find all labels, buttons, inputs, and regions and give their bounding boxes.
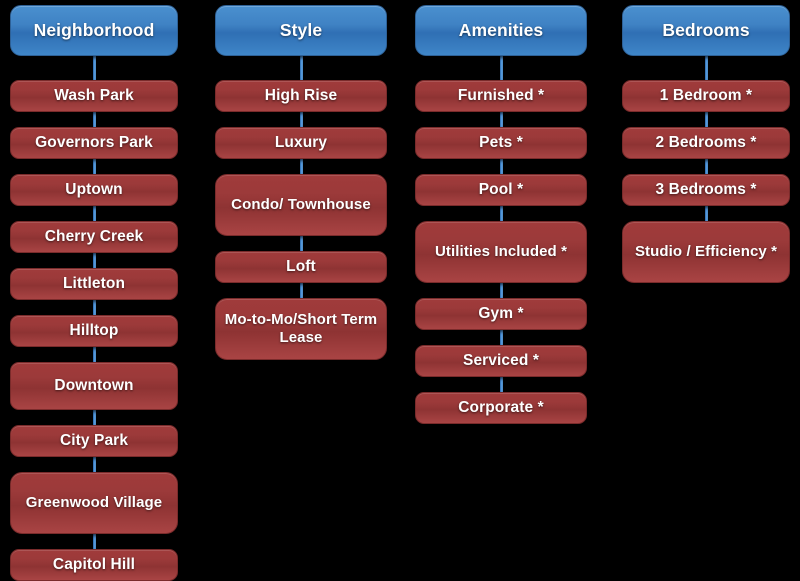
diagram-canvas: Neighborhood Wash Park Governors Park Uptow… [0,0,800,581]
header-node-style[interactable]: Style [215,5,387,56]
column-style: Style High Rise Luxury Condo/ Townhouse Loft… [215,0,387,556]
item-node-neighborhood-9[interactable]: Capitol Hill [10,549,178,581]
item-node-style-1[interactable]: Luxury [215,127,387,159]
item-node-bedrooms-0[interactable]: 1 Bedroom * [622,80,790,112]
item-node-style-0[interactable]: High Rise [215,80,387,112]
item-node-style-4[interactable]: Mo-to-Mo/Short Term Lease [215,298,387,360]
header-node-amenities[interactable]: Amenities [415,5,587,56]
item-node-neighborhood-1[interactable]: Governors Park [10,127,178,159]
item-node-neighborhood-3[interactable]: Cherry Creek [10,221,178,253]
item-node-amenities-1[interactable]: Pets * [415,127,587,159]
item-node-amenities-0[interactable]: Furnished * [415,80,587,112]
item-node-neighborhood-8[interactable]: Greenwood Village [10,472,178,534]
item-node-bedrooms-1[interactable]: 2 Bedrooms * [622,127,790,159]
item-node-neighborhood-4[interactable]: Littleton [10,268,178,300]
item-node-amenities-3[interactable]: Utilities Included * [415,221,587,283]
item-node-amenities-5[interactable]: Serviced * [415,345,587,377]
item-node-style-2[interactable]: Condo/ Townhouse [215,174,387,236]
item-node-neighborhood-6[interactable]: Downtown [10,362,178,410]
item-node-style-3[interactable]: Loft [215,251,387,283]
item-node-neighborhood-2[interactable]: Uptown [10,174,178,206]
column-neighborhood: Neighborhood Wash Park Governors Park Uptow… [10,0,178,581]
item-node-amenities-6[interactable]: Corporate * [415,392,587,424]
column-amenities: Amenities Furnished * Pets * Pool * Utilitie… [415,0,587,556]
item-node-bedrooms-2[interactable]: 3 Bedrooms * [622,174,790,206]
column-bedrooms: Bedrooms 1 Bedroom * 2 Bedrooms * 3 Bedroom… [622,0,790,556]
item-node-neighborhood-0[interactable]: Wash Park [10,80,178,112]
item-node-amenities-2[interactable]: Pool * [415,174,587,206]
item-node-bedrooms-3[interactable]: Studio / Efficiency * [622,221,790,283]
header-node-bedrooms[interactable]: Bedrooms [622,5,790,56]
header-node-neighborhood[interactable]: Neighborhood [10,5,178,56]
item-node-neighborhood-5[interactable]: Hilltop [10,315,178,347]
item-node-amenities-4[interactable]: Gym * [415,298,587,330]
item-node-neighborhood-7[interactable]: City Park [10,425,178,457]
